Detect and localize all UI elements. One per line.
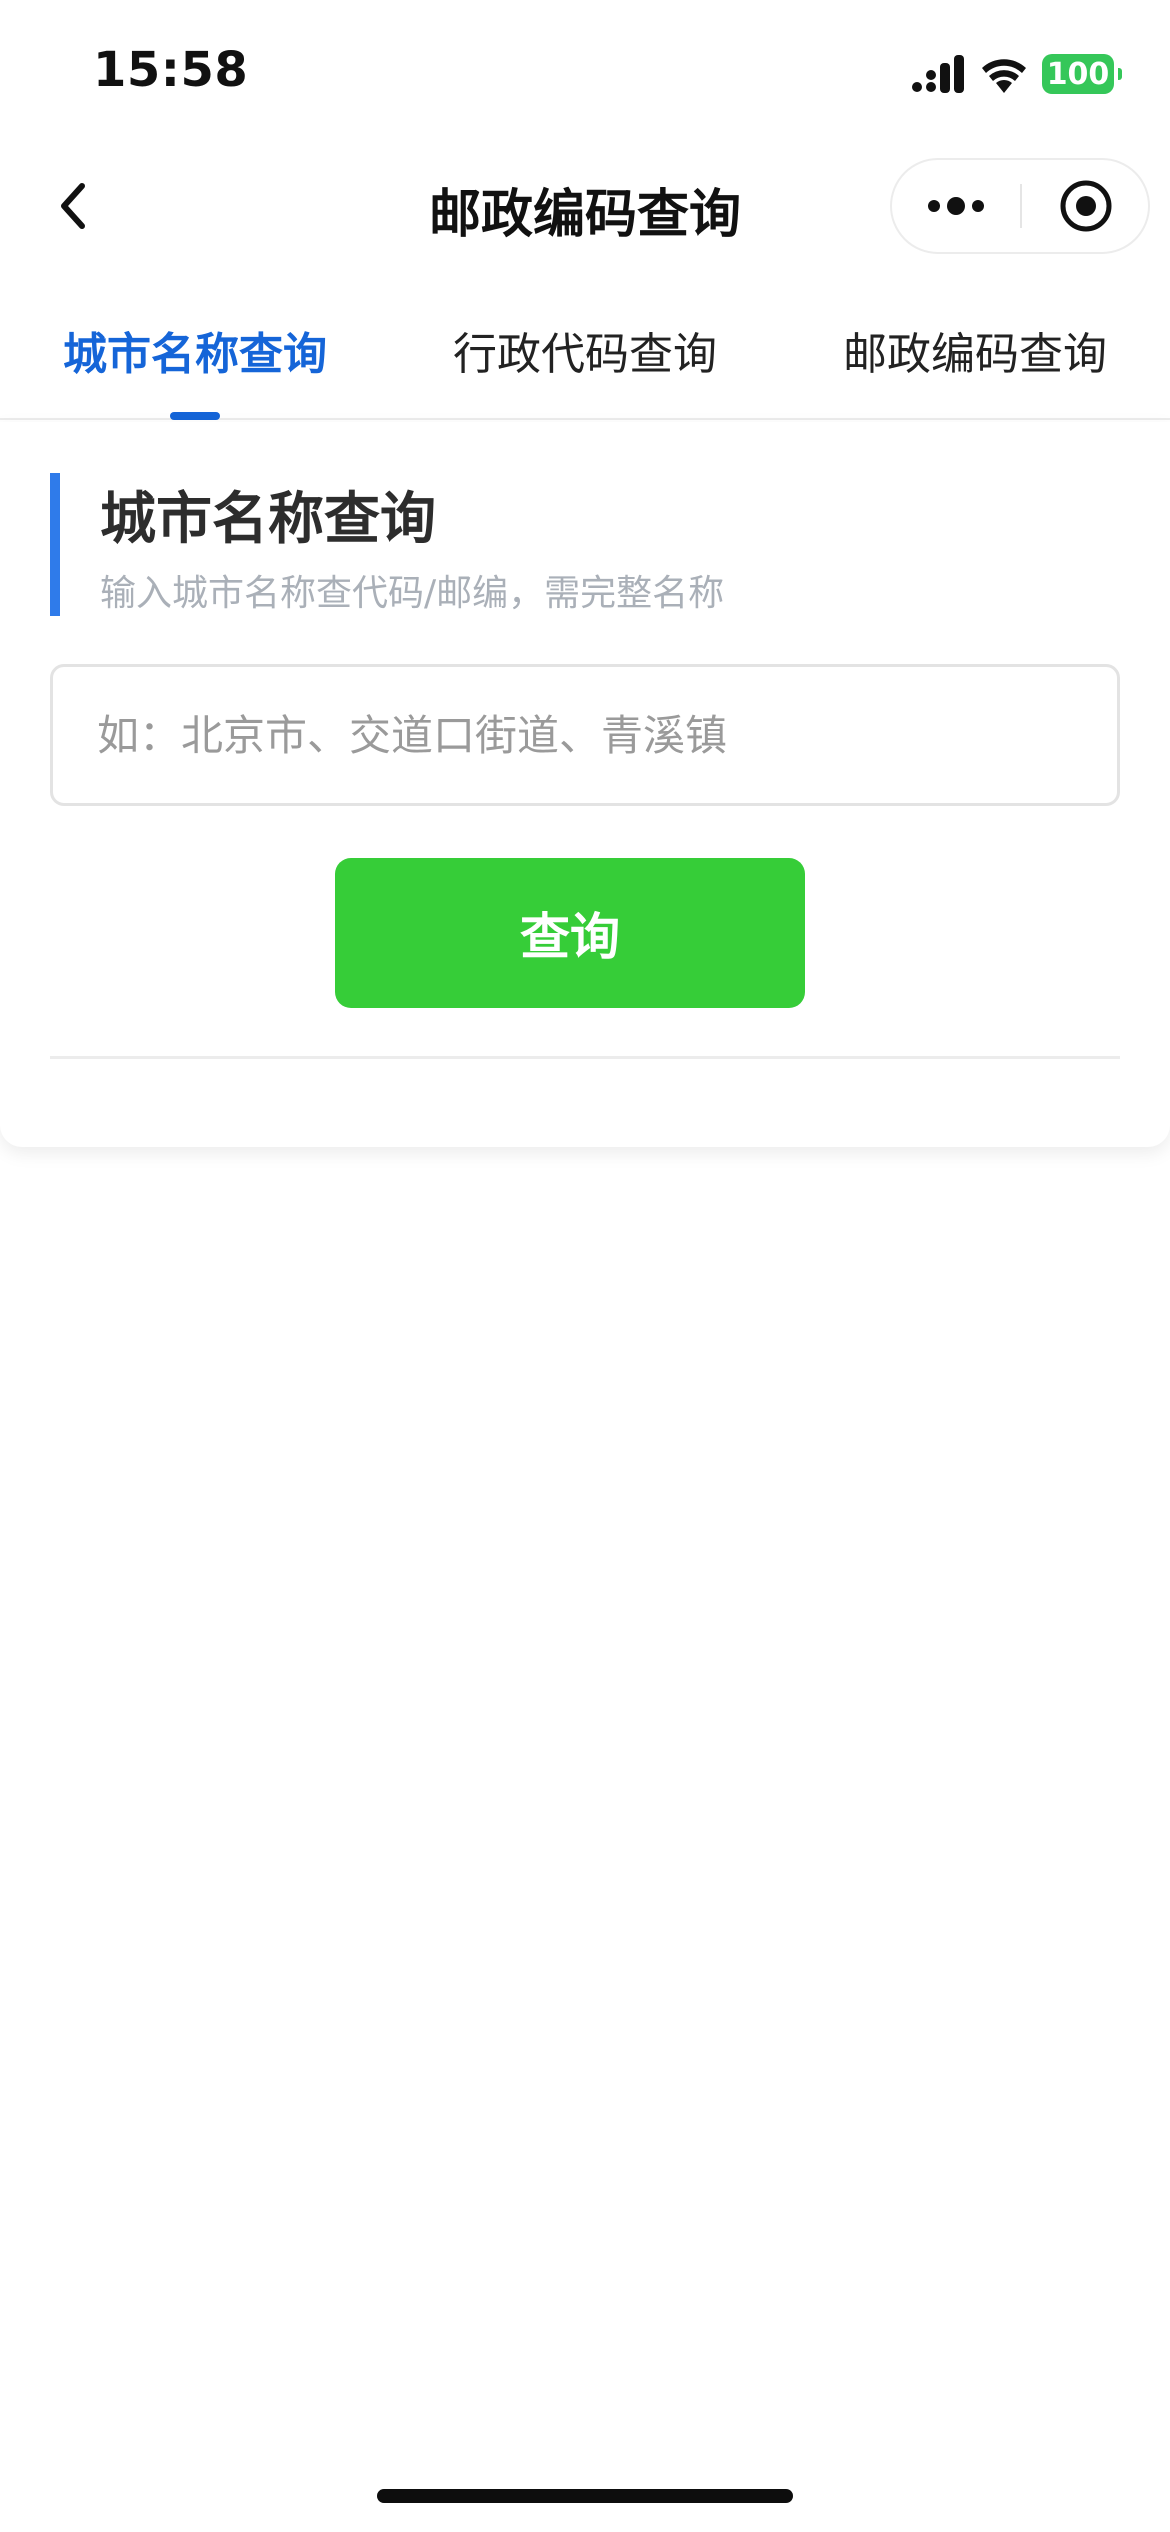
tab-bar: 城市名称查询 行政代码查询 邮政编码查询 — [0, 290, 1170, 420]
home-indicator — [377, 2489, 793, 2503]
search-input[interactable] — [50, 664, 1120, 806]
screen: 15:58 100 邮政编码查询 城市名称查询 行政代码查询 邮政编码查询 城市… — [0, 0, 1170, 2532]
close-circle-icon — [1060, 180, 1112, 232]
tab-postal-code[interactable]: 邮政编码查询 — [780, 318, 1170, 382]
active-tab-indicator — [170, 412, 220, 420]
search-card: 城市名称查询 输入城市名称查代码/邮编，需完整名称 查询 — [0, 422, 1170, 1147]
status-bar: 15:58 100 — [0, 0, 1170, 140]
close-button[interactable] — [1022, 160, 1150, 252]
section-subtitle: 输入城市名称查代码/邮编，需完整名称 — [100, 573, 725, 614]
more-button[interactable] — [892, 160, 1020, 252]
more-dots-icon — [928, 197, 984, 215]
nav-bar: 邮政编码查询 — [0, 150, 1170, 262]
tab-city-name[interactable]: 城市名称查询 — [0, 318, 390, 382]
tab-admin-code[interactable]: 行政代码查询 — [390, 318, 780, 382]
status-icons: 100 — [912, 50, 1122, 98]
cellular-signal-icon — [912, 55, 964, 93]
section-title: 城市名称查询 — [100, 487, 436, 552]
back-chevron-icon — [61, 183, 85, 229]
card-divider — [50, 1056, 1120, 1059]
status-time: 15:58 — [93, 42, 249, 98]
wifi-icon — [982, 59, 1026, 93]
battery-icon: 100 — [1042, 54, 1122, 94]
back-button[interactable] — [40, 172, 108, 240]
query-button[interactable]: 查询 — [335, 858, 805, 1008]
section-accent-bar — [50, 473, 60, 616]
mini-program-capsule — [890, 158, 1150, 254]
battery-level: 100 — [1046, 56, 1110, 92]
